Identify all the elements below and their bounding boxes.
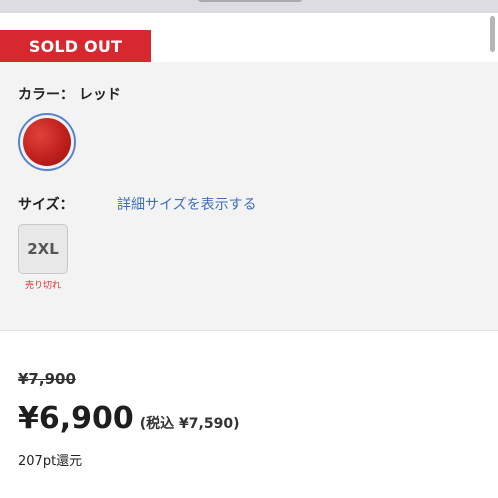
size-detail-link[interactable]: 詳細サイズを表示する — [117, 194, 257, 214]
size-option-2xl[interactable]: 2XL — [18, 224, 68, 274]
color-value: レッド — [78, 87, 121, 103]
color-row: カラー： レッド — [18, 84, 121, 104]
original-price: ¥7,900 — [18, 370, 76, 388]
tax-included-price: (税込 ¥7,590) — [139, 416, 240, 432]
drag-handle[interactable] — [198, 0, 302, 2]
size-sold-out-label: 売り切れ — [24, 281, 61, 291]
product-options-panel: カラー： レッド サイズ： 詳細サイズを表示する 2XL 売り切れ — [0, 62, 498, 331]
scrollbar[interactable] — [490, 16, 495, 52]
price-row: ¥6,900 (税込 ¥7,590) — [18, 401, 239, 436]
swatch-fill — [23, 118, 71, 166]
color-swatch-red[interactable] — [18, 113, 76, 171]
top-bar — [0, 0, 498, 13]
sold-out-badge: SOLD OUT — [0, 30, 151, 62]
size-label: サイズ： — [18, 197, 74, 213]
current-price: ¥6,900 — [18, 401, 134, 436]
color-label: カラー： — [18, 87, 74, 103]
points-reward: 207pt還元 — [18, 454, 83, 469]
